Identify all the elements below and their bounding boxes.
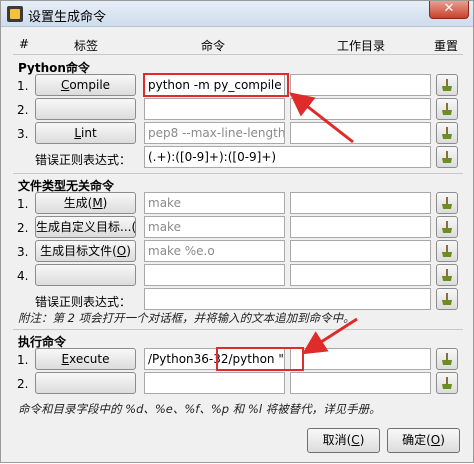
build-commands-dialog: 设置生成命令 ✕ # 标签 命令 工作目录 重置 Python命令 1. Com… — [0, 0, 474, 463]
arrow-icon — [289, 92, 354, 144]
annotation-arrows — [289, 92, 358, 355]
arrow-icon — [301, 317, 358, 355]
